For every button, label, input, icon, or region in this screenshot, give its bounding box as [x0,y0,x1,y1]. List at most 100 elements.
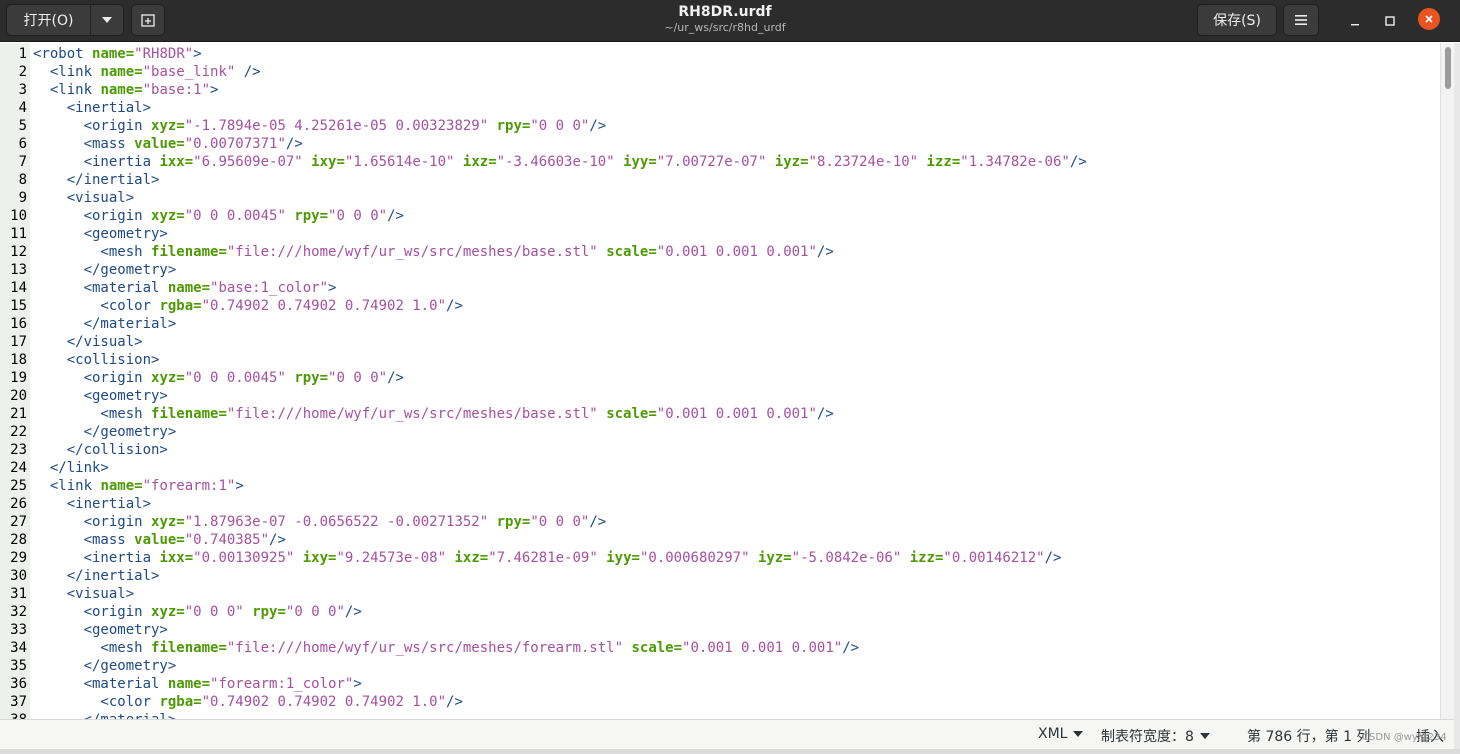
token-val: "-3.46603e-10" [496,154,615,170]
token-attr: ixy= [302,550,337,566]
code-line[interactable]: 37 <color rgba="0.74902 0.74902 0.74902 … [0,693,1440,711]
code-line[interactable]: 25 <link name="forearm:1"> [0,477,1440,495]
text-editor[interactable]: 1 <robot name="RH8DR"> 2 <link name="base_… [0,43,1440,719]
code-line[interactable]: 6 <mass value="0.00707371"/> [0,135,1440,153]
code-line[interactable]: 1 <robot name="RH8DR"> [0,45,1440,63]
code-text: <visual> [33,189,134,207]
code-line[interactable]: 15 <color rgba="0.74902 0.74902 0.74902 … [0,297,1440,315]
code-line[interactable]: 21 <mesh filename="file:///home/wyf/ur_w… [0,405,1440,423]
code-line[interactable]: 14 <material name="base:1_color"> [0,279,1440,297]
token-tag: <robot [33,46,93,62]
line-number: 7 [18,154,27,170]
minimize-button[interactable] [1344,10,1366,32]
chevron-down-icon [1073,731,1084,737]
token-tag: </link> [33,460,109,476]
token-tag: </inertial> [33,568,160,584]
token-attr: ixx= [159,550,194,566]
code-line[interactable]: 12 <mesh filename="file:///home/wyf/ur_w… [0,243,1440,261]
token-val: "forearm:1_color" [210,676,354,692]
token-attr: xyz= [151,118,185,134]
code-line[interactable]: 18 <collision> [0,351,1440,369]
token-attr: name= [100,64,143,80]
maximize-icon [1385,16,1395,26]
code-line[interactable]: 10 <origin xyz="0 0 0.0045" rpy="0 0 0"/… [0,207,1440,225]
code-line[interactable]: 20 <geometry> [0,387,1440,405]
line-number: 2 [18,64,27,80]
token-val: "0 0 0" [530,118,590,134]
code-line[interactable]: 30 </inertial> [0,567,1440,585]
code-line[interactable]: 22 </geometry> [0,423,1440,441]
close-button[interactable] [1418,8,1440,30]
code-line[interactable]: 11 <geometry> [0,225,1440,243]
code-line[interactable]: 34 <mesh filename="file:///home/wyf/ur_w… [0,639,1440,657]
code-line[interactable]: 9 <visual> [0,189,1440,207]
code-text: <color rgba="0.74902 0.74902 0.74902 1.0… [33,693,462,711]
line-number: 18 [10,352,27,368]
code-line[interactable]: 13 </geometry> [0,261,1440,279]
token-tag: /> [816,406,834,422]
header-bar: 打开(O) RH8DR.urdf ~/ur_ws/src/r8hd_urdf 保… [0,0,1460,42]
code-line[interactable]: 4 <inertial> [0,99,1440,117]
maximize-button[interactable] [1379,10,1401,32]
code-line[interactable]: 7 <inertia ixx="6.95609e-07" ixy="1.6561… [0,153,1440,171]
token-val: "0 0 0" [328,370,388,386]
token-attr: filename= [151,244,227,260]
code-line[interactable]: 24 </link> [0,459,1440,477]
code-line[interactable]: 5 <origin xyz="-1.7894e-05 4.25261e-05 0… [0,117,1440,135]
window-bottom-edge [0,749,1460,754]
open-dropdown-button[interactable] [90,5,124,35]
code-text: <color rgba="0.74902 0.74902 0.74902 1.0… [33,297,462,315]
token-attr: rpy= [496,514,531,530]
code-line[interactable]: 23 </collision> [0,441,1440,459]
code-line[interactable]: 31 <visual> [0,585,1440,603]
token-attr: ixy= [311,154,345,170]
line-number: 28 [10,532,27,548]
code-line[interactable]: 8 </inertial> [0,171,1440,189]
code-text: <robot name="RH8DR"> [33,45,202,63]
token-val: "0.00146212" [943,550,1045,566]
code-line[interactable]: 3 <link name="base:1"> [0,81,1440,99]
language-selector[interactable]: XML [1038,726,1084,742]
token-tag: <material [33,676,168,692]
code-line[interactable]: 35 </geometry> [0,657,1440,675]
save-button[interactable]: 保存(S) [1197,4,1277,36]
code-line[interactable]: 32 <origin xyz="0 0 0" rpy="0 0 0"/> [0,603,1440,621]
vertical-scrollbar[interactable] [1440,43,1455,719]
code-line[interactable]: 26 <inertial> [0,495,1440,513]
hamburger-menu-button[interactable] [1283,4,1319,36]
token-tag: </geometry> [33,424,177,440]
code-line[interactable]: 38 </material> [0,711,1440,719]
code-line[interactable]: 33 <geometry> [0,621,1440,639]
token-val: "7.46281e-09" [488,550,598,566]
code-line[interactable]: 16 </material> [0,315,1440,333]
token-tag: <origin [33,370,152,386]
code-line[interactable]: 29 <inertia ixx="0.00130925" ixy="9.2457… [0,549,1440,567]
code-line[interactable]: 17 </visual> [0,333,1440,351]
token-tag: <mesh [33,640,152,656]
token-attr: xyz= [151,604,185,620]
token-attr: ixz= [454,550,489,566]
line-number: 37 [10,694,27,710]
token-tag: <origin [33,118,152,134]
tab-width-selector[interactable]: 制表符宽度：8 [1101,726,1210,746]
token-tag: <mass [33,136,135,152]
line-number: 9 [18,190,27,206]
code-line[interactable]: 2 <link name="base_link" /> [0,63,1440,81]
scrollbar-thumb[interactable] [1445,47,1451,89]
watermark-text: CSDN @wyf1234 [1362,732,1447,743]
code-line[interactable]: 27 <origin xyz="1.87963e-07 -0.0656522 -… [0,513,1440,531]
code-text: <material name="forearm:1_color"> [33,675,362,693]
document-title: RH8DR.urdf [678,4,772,20]
cursor-position-selector[interactable]: 第 786 行，第 1 列 [1247,726,1370,746]
code-line[interactable]: 36 <material name="forearm:1_color"> [0,675,1440,693]
open-button[interactable]: 打开(O) [7,5,91,35]
token-attr: name= [167,676,211,692]
code-line[interactable]: 28 <mass value="0.740385"/> [0,531,1440,549]
line-number: 14 [10,280,27,296]
code-text: <origin xyz="0 0 0.0045" rpy="0 0 0"/> [33,207,404,225]
line-number: 22 [10,424,27,440]
code-line[interactable]: 19 <origin xyz="0 0 0.0045" rpy="0 0 0"/… [0,369,1440,387]
code-text: <link name="base_link" /> [33,63,261,81]
new-tab-button[interactable] [131,4,165,36]
token-val: "6.95609e-07" [193,154,303,170]
